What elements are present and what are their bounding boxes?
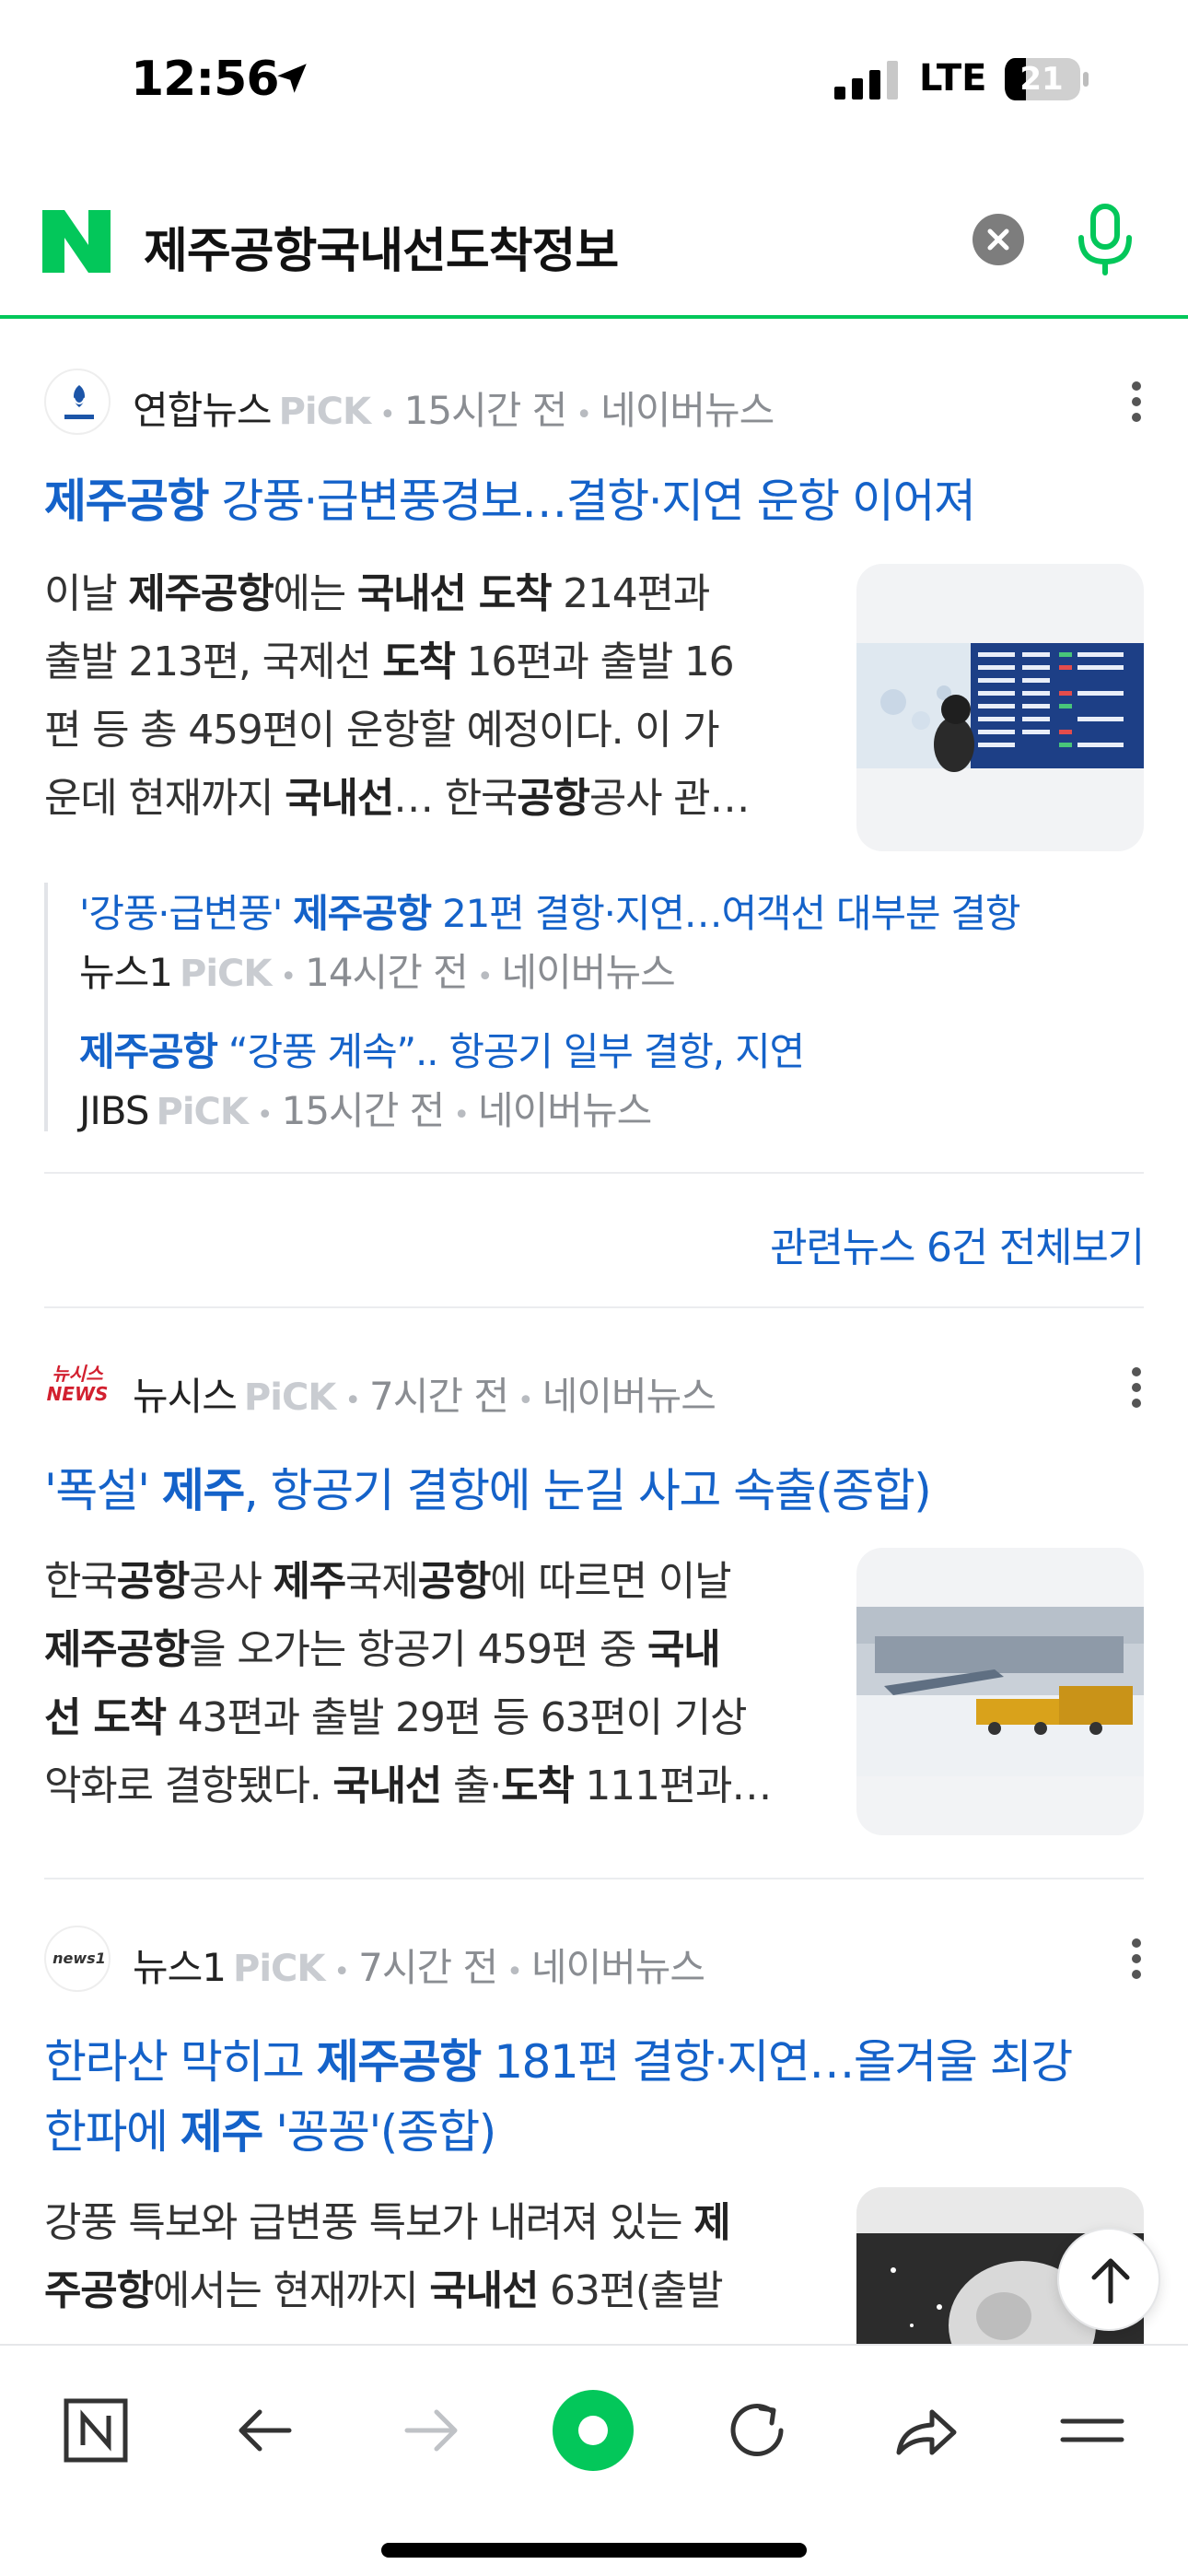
press-name[interactable]: 뉴스1 — [133, 1945, 227, 1990]
clear-button[interactable] — [973, 214, 1024, 265]
related-item[interactable]: '강풍·급변풍' 제주공항 21편 결항·지연…여객선 대부분 결항 뉴스1 Pi… — [79, 883, 1144, 1021]
news-summary[interactable]: 이날 제주공항에는 국내선 도착 214편과 출발 213편, 국제선 도착 1… — [44, 560, 845, 833]
home-indicator — [381, 2543, 807, 2558]
pick-badge: PiCK — [243, 1376, 336, 1419]
press-logo[interactable] — [44, 369, 111, 435]
related-title[interactable]: '강풍·급변풍' 제주공항 21편 결항·지연…여객선 대부분 결항 — [79, 883, 1020, 939]
more-icon[interactable] — [1125, 1933, 1144, 1988]
news-time: 7시간 전 — [358, 1945, 498, 1990]
bottom-toolbar — [0, 2344, 1188, 2576]
more-icon[interactable] — [1125, 1362, 1147, 1417]
forward-icon[interactable] — [387, 2386, 475, 2475]
divider — [44, 1878, 1144, 1879]
news-source[interactable]: 네이버뉴스 — [600, 388, 775, 433]
news-thumbnail[interactable] — [856, 1548, 1144, 1835]
share-icon[interactable] — [880, 2386, 969, 2475]
related-title[interactable]: 제주공항 “강풍 계속”.. 항공기 일부 결항, 지연 — [79, 1021, 805, 1077]
battery-icon: 21 — [1004, 57, 1089, 101]
more-icon[interactable] — [1125, 376, 1147, 431]
news-summary[interactable]: 강풍 특보와 급변풍 특보가 내려져 있는 제 주공항에서는 현재까지 국내선 … — [44, 2189, 845, 2325]
press-info[interactable]: 뉴시스 PiCK • 7시간 전 • 네이버뉴스 — [133, 1365, 716, 1422]
news-source[interactable]: 네이버뉴스 — [531, 1945, 705, 1990]
divider — [44, 1172, 1144, 1174]
search-input[interactable]: 제주공항국내선도착정보 — [144, 212, 619, 281]
related-meta: 뉴스1 PiCK • 14시간 전 • 네이버뉴스 — [79, 950, 676, 995]
reload-icon[interactable] — [713, 2386, 801, 2475]
related-meta: JIBS PiCK • 15시간 전 • 네이버뉴스 — [79, 1088, 652, 1133]
news-thumbnail[interactable] — [856, 564, 1144, 851]
search-bar: 제주공항국내선도착정보 — [0, 184, 1188, 319]
scroll-top-button[interactable] — [1057, 2228, 1160, 2331]
related-item[interactable]: 제주공항 “강풍 계속”.. 항공기 일부 결항, 지연 JIBS PiCK • 15… — [79, 1021, 1144, 1159]
back-icon[interactable] — [221, 2386, 309, 2475]
press-info[interactable]: 뉴스1 PiCK • 7시간 전 • 네이버뉴스 — [133, 1937, 705, 1993]
battery-level: 21 — [1019, 61, 1064, 98]
divider — [44, 1306, 1144, 1308]
news-item: 연합뉴스 PiCK • 15시간 전 • 네이버뉴스 제주공항 강풍·급변풍경보…결항·지… — [44, 369, 1144, 1290]
press-name[interactable]: 연합뉴스 — [133, 388, 273, 433]
news-headline[interactable]: 제주공항 강풍·급변풍경보…결항·지연 운항 이어져 — [44, 466, 1144, 536]
news-summary[interactable]: 한국공항공사 제주국제공항에 따르면 이날 제주공항을 오가는 항공기 459편… — [44, 1548, 845, 1821]
pick-badge: PiCK — [233, 1948, 325, 1990]
press-name[interactable]: 뉴시스 — [133, 1374, 238, 1419]
home-n-icon[interactable] — [52, 2386, 140, 2475]
signal-icon — [834, 61, 898, 100]
press-info[interactable]: 연합뉴스 PiCK • 15시간 전 • 네이버뉴스 — [133, 380, 775, 436]
news-time: 7시간 전 — [369, 1374, 509, 1419]
press-logo[interactable]: news1 — [44, 1926, 111, 1992]
scroll-top-icon — [1091, 2258, 1130, 2304]
news-item: news1 뉴스1 PiCK • 7시간 전 • 네이버뉴스 한라산 막히고 제주공항 1… — [44, 1926, 1144, 2344]
press-row: 연합뉴스 PiCK • 15시간 전 • 네이버뉴스 — [44, 369, 1144, 437]
related-news: '강풍·급변풍' 제주공항 21편 결항·지연…여객선 대부분 결항 뉴스1 Pi… — [44, 883, 1144, 1133]
green-dot-icon[interactable] — [549, 2386, 637, 2475]
mic-icon[interactable] — [1074, 203, 1136, 276]
related-all-link[interactable]: 관련뉴스 6건 전체보기 — [770, 1214, 1145, 1273]
news-source[interactable]: 네이버뉴스 — [542, 1374, 716, 1419]
network-label: LTE — [919, 57, 987, 100]
news-time: 15시간 전 — [403, 388, 568, 433]
status-time: 12:56 — [131, 52, 280, 107]
news-headline[interactable]: 한라산 막히고 제주공항 181편 결항·지연…올겨울 최강 한파에 제주 '꽁… — [44, 2027, 1144, 2167]
naver-logo[interactable] — [42, 210, 111, 273]
news-item: 뉴시스 NEWS 뉴시스 PiCK • 7시간 전 • 네이버뉴스 '폭설' 제주, 항공… — [44, 1354, 1144, 1870]
press-row: 뉴시스 NEWS 뉴시스 PiCK • 7시간 전 • 네이버뉴스 — [44, 1354, 1144, 1423]
news-headline[interactable]: '폭설' 제주, 항공기 결항에 눈길 사고 속출(종합) — [44, 1456, 1144, 1526]
location-arrow-icon — [277, 64, 307, 93]
status-bar: 12:56 LTE 21 — [0, 0, 1188, 157]
pick-badge: PiCK — [278, 391, 371, 433]
page: 12:56 LTE 21 제주공항국내선도착정보 연합뉴스 PiCK • 15시… — [0, 0, 1188, 2576]
press-row: news1 뉴스1 PiCK • 7시간 전 • 네이버뉴스 — [44, 1926, 1144, 1994]
menu-icon[interactable] — [1048, 2386, 1136, 2475]
press-logo[interactable]: 뉴시스 NEWS — [44, 1354, 111, 1421]
clear-icon — [987, 228, 1009, 251]
